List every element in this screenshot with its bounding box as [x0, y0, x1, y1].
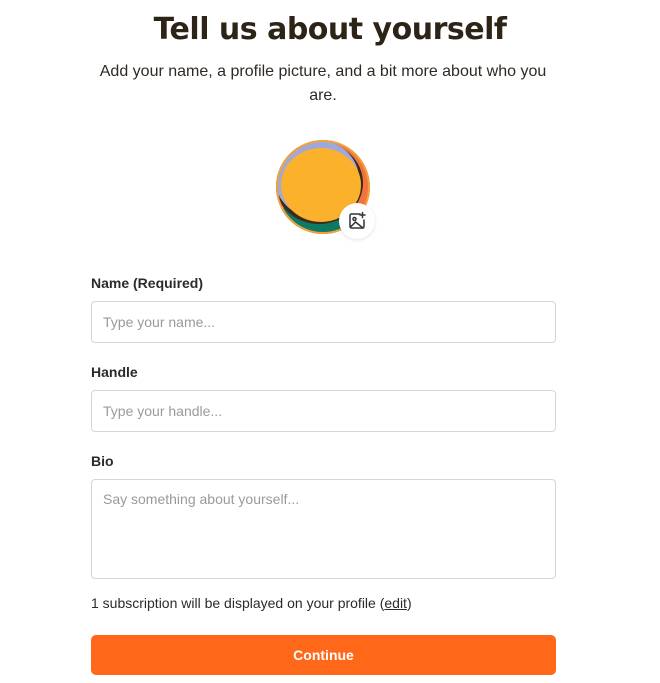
subscriptions-note: 1 subscription will be displayed on your…: [91, 595, 412, 611]
page-title: Tell us about yourself: [153, 12, 507, 47]
edit-subscriptions-link[interactable]: edit: [384, 595, 407, 611]
handle-input[interactable]: [91, 390, 556, 432]
name-label: Name (Required): [91, 275, 204, 291]
bio-label: Bio: [91, 453, 114, 469]
continue-button[interactable]: Continue: [91, 635, 556, 675]
change-photo-button[interactable]: [339, 203, 375, 239]
profile-picture[interactable]: [273, 137, 377, 241]
image-add-icon: [349, 211, 366, 229]
page-subtitle: Add your name, a profile picture, and a …: [99, 63, 547, 104]
handle-label: Handle: [91, 364, 138, 380]
bio-textarea[interactable]: [91, 479, 556, 579]
subscriptions-note-prefix: 1 subscription will be displayed on your…: [91, 595, 385, 611]
subscriptions-note-suffix: ): [406, 595, 412, 611]
name-input[interactable]: [91, 301, 556, 343]
onboarding-profile-page: Tell us about yourself Add your name, a …: [0, 0, 660, 683]
